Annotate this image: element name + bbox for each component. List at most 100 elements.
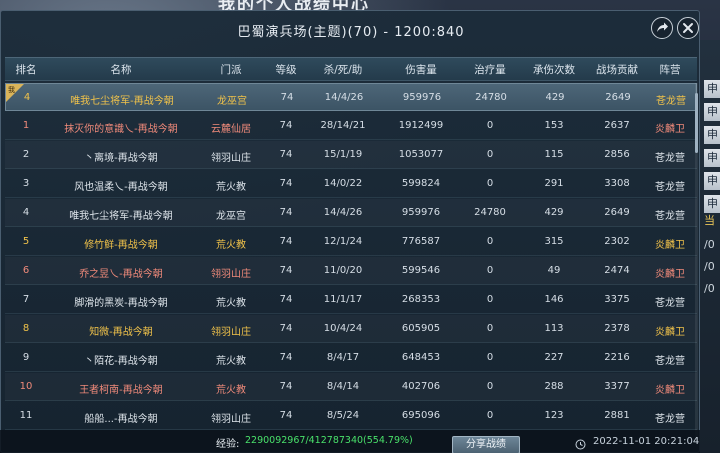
cell-sect: 龙巫宫 xyxy=(217,96,247,107)
share-record-button[interactable]: 分享战绩 xyxy=(452,436,520,453)
cell-faction: 炎麟卫 xyxy=(655,124,685,135)
cell-rank: 1 xyxy=(22,120,30,131)
footer-bar: 经验: 2290092967/412787340(554.79%) 分享战绩 2… xyxy=(0,430,700,453)
header-contribution[interactable]: 战场贡献 xyxy=(589,62,645,77)
cell-heal: 24780 xyxy=(474,207,506,218)
cell-hits: 153 xyxy=(544,120,564,131)
table-row[interactable]: 11 船船...-再战今朝 翎羽山庄 74 8/5/24 695096 0 123 2881 苍龙… xyxy=(5,402,697,430)
scrollbar[interactable] xyxy=(695,83,698,443)
table-row[interactable]: 4 唯我七尘将军-再战今朝 龙巫宫 74 14/4/26 959976 24780 429 26… xyxy=(5,199,697,227)
cell-rank: 9 xyxy=(22,352,30,363)
cell-contribution: 2649 xyxy=(604,207,630,218)
cell-hits: 315 xyxy=(544,236,564,247)
cell-rank: 7 xyxy=(22,294,30,305)
cell-hits: 429 xyxy=(544,207,564,218)
cell-damage: 599546 xyxy=(401,265,441,276)
clock-icon xyxy=(575,439,586,450)
cell-heal: 0 xyxy=(486,294,494,305)
header-hits[interactable]: 承伤次数 xyxy=(519,62,589,77)
header-kda[interactable]: 杀/死/助 xyxy=(305,62,381,77)
table-row[interactable]: 7 脚滑的黑炭-再战今朝 荒火教 74 11/1/17 268353 0 146 3375 苍龙营 xyxy=(5,286,697,314)
cell-rank: 5 xyxy=(22,236,30,247)
table-row[interactable]: 3 风也温柔乀-再战今朝 荒火教 74 14/0/22 599824 0 291 3308 苍龙营 xyxy=(5,170,697,198)
cell-sect: 翎羽山庄 xyxy=(211,327,251,338)
cell-kda: 14/4/26 xyxy=(324,92,364,103)
cell-hits: 146 xyxy=(544,294,564,305)
exp-label: 经验: xyxy=(216,439,240,450)
cell-name: 脚滑的黑炭-再战今朝 xyxy=(74,298,168,309)
table-row[interactable]: 1 抹灭你的意識乀-再战今朝 云麓仙居 74 28/14/21 1912499 0 153 26… xyxy=(5,112,697,140)
table-row[interactable]: 10 王者柯南-再战今朝 荒火教 74 8/4/14 402706 0 288 3377 炎麟卫 xyxy=(5,373,697,401)
cell-level: 74 xyxy=(279,381,293,392)
cell-contribution: 2881 xyxy=(604,410,630,421)
cell-contribution: 3375 xyxy=(604,294,630,305)
cell-damage: 268353 xyxy=(401,294,441,305)
header-faction[interactable]: 阵营 xyxy=(645,62,695,77)
table-row[interactable]: 2 丶离境-再战今朝 翎羽山庄 74 15/1/19 1053077 0 115 2856 苍龙营 xyxy=(5,141,697,169)
table-row[interactable]: 8 知微-再战今朝 翎羽山庄 74 10/4/24 605905 0 113 2378 炎麟卫 xyxy=(5,315,697,343)
cell-name: 船船...-再战今朝 xyxy=(84,414,158,425)
exp-value: 2290092967/412787340(554.79%) xyxy=(245,435,413,446)
cell-name: 唯我七尘将军-再战今朝 xyxy=(69,211,173,222)
cell-level: 74 xyxy=(280,92,294,103)
self-ranking-row[interactable]: 我 4 唯我七尘将军-再战今朝 龙巫宫 74 14/4/26 959976 24780 429 2… xyxy=(5,83,697,111)
cell-level: 74 xyxy=(279,265,293,276)
sidebar-tab-2[interactable]: 申 xyxy=(704,103,720,121)
cell-level: 74 xyxy=(279,352,293,363)
cell-kda: 8/4/14 xyxy=(326,381,360,392)
cell-rank: 8 xyxy=(22,323,30,334)
cell-faction: 苍龙营 xyxy=(655,182,685,193)
table-row[interactable]: 5 修竹鲜-再战今朝 荒火教 74 12/1/24 776587 0 315 2302 炎麟卫 xyxy=(5,228,697,256)
cell-kda: 12/1/24 xyxy=(323,236,363,247)
cell-faction: 苍龙营 xyxy=(656,96,686,107)
scroll-thumb[interactable] xyxy=(695,93,698,153)
cell-level: 74 xyxy=(279,323,293,334)
cell-name: 抹灭你的意識乀-再战今朝 xyxy=(64,124,178,135)
header-level[interactable]: 等级 xyxy=(267,62,305,77)
cell-damage: 959976 xyxy=(402,92,442,103)
cell-rank: 6 xyxy=(22,265,30,276)
sidebar-tab-1[interactable]: 申 xyxy=(704,80,720,98)
cell-hits: 227 xyxy=(544,352,564,363)
cell-heal: 0 xyxy=(486,120,494,131)
sidebar-tab-6[interactable]: 申 xyxy=(704,195,720,213)
cell-sect: 荒火教 xyxy=(216,298,246,309)
cell-faction: 炎麟卫 xyxy=(655,385,685,396)
header-rank[interactable]: 排名 xyxy=(5,62,47,77)
cell-rank: 4 xyxy=(22,207,30,218)
table-header: 排名 名称 门派 等级 杀/死/助 伤害量 治疗量 承伤次数 战场贡献 阵营 xyxy=(5,57,697,81)
table-row[interactable]: 9 丶陌花-再战今朝 荒火教 74 8/4/17 648453 0 227 2216 苍龙营 xyxy=(5,344,697,372)
cell-kda: 28/14/21 xyxy=(320,120,366,131)
close-button[interactable] xyxy=(677,17,699,39)
share-button[interactable] xyxy=(651,17,673,39)
cell-sect: 龙巫宫 xyxy=(216,211,246,222)
cell-sect: 荒火教 xyxy=(216,182,246,193)
cell-contribution: 2474 xyxy=(604,265,630,276)
cell-damage: 599824 xyxy=(401,178,441,189)
cell-contribution: 2649 xyxy=(605,92,631,103)
cell-level: 74 xyxy=(279,178,293,189)
cell-kda: 14/4/26 xyxy=(323,207,363,218)
header-heal[interactable]: 治疗量 xyxy=(461,62,519,77)
cell-sect: 荒火教 xyxy=(216,356,246,367)
panel-title: 巴蜀演兵场(主题)(70) - 1200:840 xyxy=(237,25,465,40)
header-name[interactable]: 名称 xyxy=(47,62,195,77)
cell-damage: 648453 xyxy=(401,352,441,363)
cell-hits: 115 xyxy=(544,149,564,160)
cell-name: 丶陌花-再战今朝 xyxy=(84,356,158,367)
cell-level: 74 xyxy=(279,149,293,160)
cell-contribution: 2378 xyxy=(604,323,630,334)
cell-hits: 288 xyxy=(544,381,564,392)
sidebar-tab-5[interactable]: 申 xyxy=(704,172,720,190)
cell-heal: 24780 xyxy=(475,92,507,103)
sidebar-tab-3[interactable]: 申 xyxy=(704,126,720,144)
cell-hits: 113 xyxy=(544,323,564,334)
header-damage[interactable]: 伤害量 xyxy=(381,62,461,77)
table-row[interactable]: 6 乔之昱乀-再战今朝 翎羽山庄 74 11/0/20 599546 0 49 2474 炎麟卫 xyxy=(5,257,697,285)
cell-kda: 15/1/19 xyxy=(323,149,363,160)
header-sect[interactable]: 门派 xyxy=(195,62,267,77)
cell-sect: 荒火教 xyxy=(216,240,246,251)
battle-record-panel: 巴蜀演兵场(主题)(70) - 1200:840 排名 名称 门派 等级 杀/死… xyxy=(0,10,700,453)
cell-name: 乔之昱乀-再战今朝 xyxy=(79,269,163,280)
sidebar-tab-4[interactable]: 申 xyxy=(704,149,720,167)
